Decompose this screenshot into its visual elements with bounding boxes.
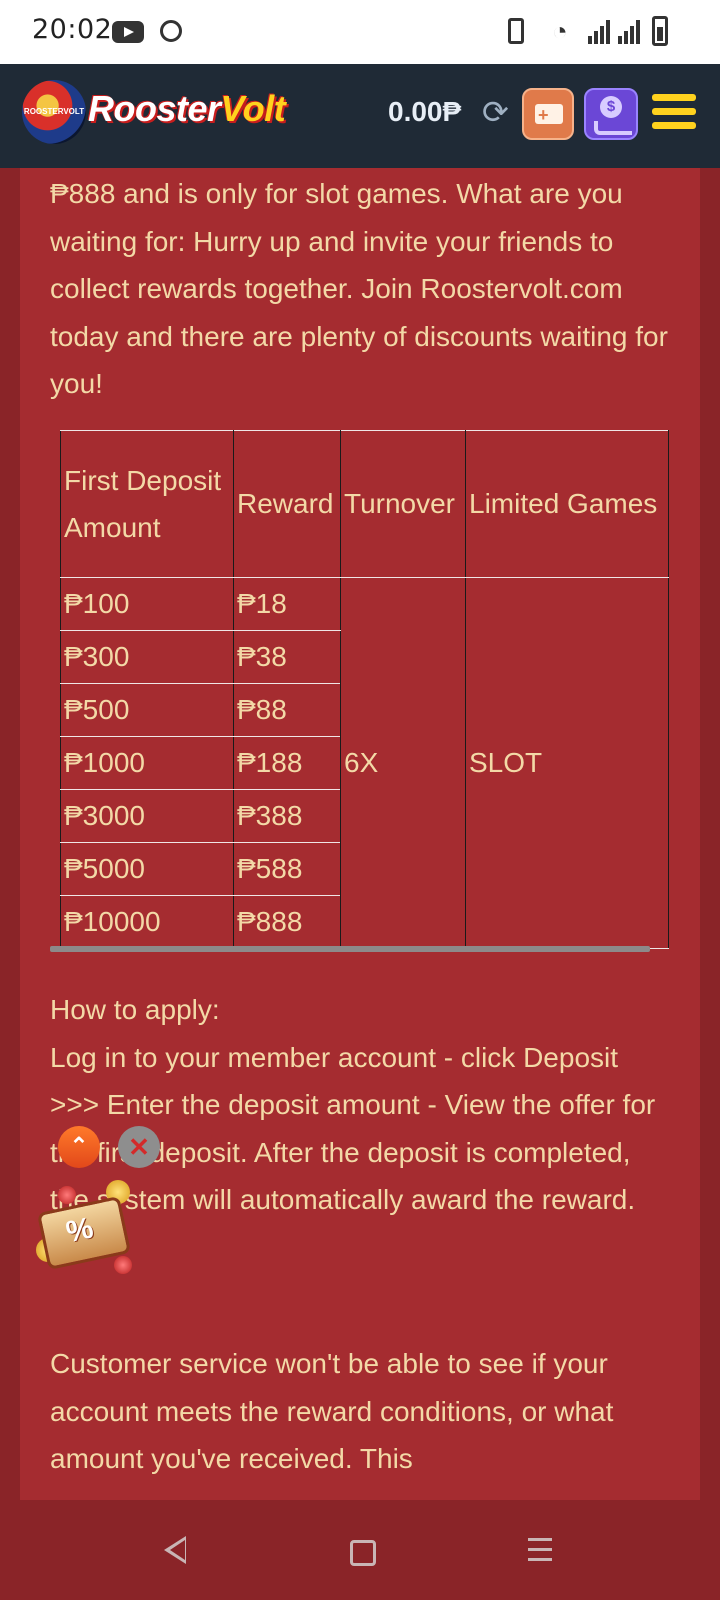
reward-cell: ₱888 [233,895,341,949]
logo-text-rooster: Rooster [88,88,221,129]
table-header-row: First Deposit Amount Reward Turnover Lim… [60,430,669,578]
status-bar: 20:02 ◔ [0,0,720,64]
how-to-apply-section: How to apply: Log in to your member acco… [50,986,670,1224]
logo-badge-text: ROOSTERVOLT [23,107,85,116]
deposit-cell: ₱5000 [60,842,234,896]
reward-cell: ₱18 [233,577,341,631]
header-deposit: First Deposit Amount [60,430,234,578]
limited-games-cell: SLOT [465,577,669,949]
reward-cell: ₱88 [233,683,341,737]
promo-coupon-icon[interactable]: % [30,1176,140,1286]
signal-icon [618,20,640,44]
deposit-cell: ₱10000 [60,895,234,949]
close-promo-icon[interactable]: ✕ [118,1126,160,1168]
site-header: ROOSTERVOLT RoosterVolt 0.00₱ ⟳ $ [0,64,720,168]
table-horizontal-scrollbar[interactable] [50,946,650,952]
deposit-wallet-button[interactable] [522,88,574,140]
message-icon [160,20,182,42]
promo-article: ₱888 and is only for slot games. What ar… [20,168,700,1500]
balance-amount: 0.00₱ [388,96,462,127]
hamburger-menu-icon[interactable] [652,94,696,134]
reward-cell: ₱188 [233,736,341,790]
table-row: ₱100 ₱18 6X SLOT [60,577,669,949]
logo-wordmark[interactable]: RoosterVolt [88,88,286,130]
header-reward: Reward [233,430,341,578]
bonus-table: First Deposit Amount Reward Turnover Lim… [60,430,669,949]
turnover-cell: 6X [340,577,466,949]
reward-cell: ₱388 [233,789,341,843]
how-to-apply-title: How to apply: [50,994,220,1025]
withdraw-cash-button[interactable]: $ [584,88,638,140]
deposit-cell: ₱300 [60,630,234,684]
scroll-to-top-icon[interactable]: ⌃ [58,1126,100,1168]
youtube-icon [112,21,144,43]
dollar-coin-icon: $ [600,96,622,118]
logo-badge-icon[interactable]: ROOSTERVOLT [22,80,86,144]
header-limited-games: Limited Games [465,430,669,578]
deposit-cell: ₱3000 [60,789,234,843]
percent-glyph: % [63,1211,97,1250]
system-nav-bar [0,1500,720,1600]
wifi-icon: ◔ [552,16,568,46]
back-icon[interactable] [164,1536,186,1564]
home-icon[interactable] [350,1540,376,1566]
signal-icon [588,20,610,44]
recents-menu-icon[interactable] [528,1538,552,1568]
clock: 20:02 [32,14,113,45]
customer-service-paragraph: Customer service won't be able to see if… [50,1348,614,1474]
reward-cell: ₱38 [233,630,341,684]
deposit-cell: ₱100 [60,577,234,631]
header-turnover: Turnover [340,430,466,578]
intro-paragraph: ₱888 and is only for slot games. What ar… [50,178,668,399]
vibrate-icon [508,18,524,44]
deposit-cell: ₱1000 [60,736,234,790]
battery-icon [652,16,668,46]
reward-cell: ₱588 [233,842,341,896]
logo-text-volt: Volt [220,88,286,129]
deposit-cell: ₱500 [60,683,234,737]
refresh-icon[interactable]: ⟳ [482,94,509,130]
